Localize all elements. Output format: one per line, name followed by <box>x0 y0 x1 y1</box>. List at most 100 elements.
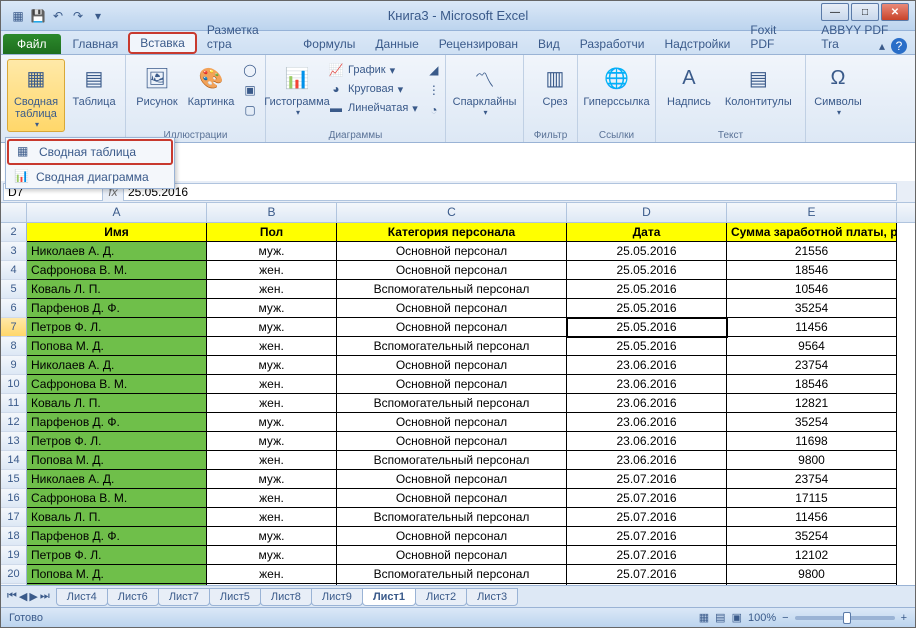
cell-salary[interactable]: 12821 <box>727 394 897 413</box>
sheet-first-icon[interactable]: ⏮ <box>7 590 17 603</box>
slicer-button[interactable]: ▥ Срез <box>530 59 580 111</box>
col-header-c[interactable]: C <box>337 203 567 222</box>
row-header[interactable]: 3 <box>1 242 27 261</box>
cell-salary[interactable]: 23754 <box>727 356 897 375</box>
cell-name[interactable]: Попова М. Д. <box>27 451 207 470</box>
cell-category[interactable]: Основной персонал <box>337 261 567 280</box>
formula-bar[interactable]: 25.05.2016 <box>123 183 897 201</box>
header-category[interactable]: Категория персонала <box>337 223 567 242</box>
pivot-chart-menuitem[interactable]: 📊 Сводная диаграмма <box>6 166 174 188</box>
sheet-tab[interactable]: Лист3 <box>466 588 518 606</box>
cell-date[interactable]: 25.07.2016 <box>567 489 727 508</box>
cell-salary[interactable]: 11456 <box>727 508 897 527</box>
select-all-corner[interactable] <box>1 203 27 222</box>
cell-date[interactable]: 25.07.2016 <box>567 527 727 546</box>
cell-sex[interactable]: жен. <box>207 508 337 527</box>
cell-sex[interactable]: муж. <box>207 432 337 451</box>
tab-data[interactable]: Данные <box>365 34 428 54</box>
sheet-next-icon[interactable]: ▶ <box>29 590 37 603</box>
cell-date[interactable]: 23.06.2016 <box>567 432 727 451</box>
cell-name[interactable]: Сафронова В. М. <box>27 489 207 508</box>
picture-button[interactable]: 🖼 Рисунок <box>132 59 182 111</box>
cell-name[interactable]: Коваль Л. П. <box>27 280 207 299</box>
cell-salary[interactable]: 11698 <box>727 432 897 451</box>
row-header[interactable]: 6 <box>1 299 27 318</box>
cell-date[interactable]: 25.07.2016 <box>567 565 727 584</box>
row-header[interactable]: 20 <box>1 565 27 584</box>
header-sex[interactable]: Пол <box>207 223 337 242</box>
cell-category[interactable]: Основной персонал <box>337 413 567 432</box>
tab-addins[interactable]: Надстройки <box>655 34 741 54</box>
row-header[interactable]: 7 <box>1 318 27 337</box>
zoom-in-button[interactable]: + <box>901 612 907 624</box>
save-icon[interactable]: 💾 <box>29 7 47 25</box>
row-header[interactable]: 9 <box>1 356 27 375</box>
cell-sex[interactable]: муж. <box>207 356 337 375</box>
table-button[interactable]: ▤ Таблица <box>69 59 119 111</box>
cell-category[interactable]: Основной персонал <box>337 242 567 261</box>
view-break-icon[interactable]: ▣ <box>732 611 742 624</box>
view-layout-icon[interactable]: ▤ <box>715 611 725 624</box>
cell-sex[interactable]: муж. <box>207 527 337 546</box>
tab-view[interactable]: Вид <box>528 34 570 54</box>
cell-sex[interactable]: жен. <box>207 565 337 584</box>
col-header-e[interactable]: E <box>727 203 897 222</box>
tab-formulas[interactable]: Формулы <box>293 34 365 54</box>
cell-salary[interactable]: 35254 <box>727 527 897 546</box>
cell-salary[interactable]: 9800 <box>727 565 897 584</box>
cell-salary[interactable]: 35254 <box>727 413 897 432</box>
tab-layout[interactable]: Разметка стра <box>197 20 293 54</box>
scatterchart-button[interactable]: ⋮ <box>424 81 444 99</box>
col-header-b[interactable]: B <box>207 203 337 222</box>
sheet-tab[interactable]: Лист2 <box>415 588 467 606</box>
cell-sex[interactable]: жен. <box>207 375 337 394</box>
cell-date[interactable]: 25.07.2016 <box>567 546 727 565</box>
cell-salary[interactable]: 18546 <box>727 375 897 394</box>
pivot-table-menuitem[interactable]: ▦ Сводная таблица <box>7 139 173 165</box>
cell-name[interactable]: Сафронова В. М. <box>27 261 207 280</box>
cell-salary[interactable]: 9800 <box>727 451 897 470</box>
cell-salary[interactable]: 17115 <box>727 489 897 508</box>
cell-name[interactable]: Попова М. Д. <box>27 337 207 356</box>
cell-name[interactable]: Парфенов Д. Ф. <box>27 299 207 318</box>
cell-name[interactable]: Петров Ф. Л. <box>27 546 207 565</box>
cell-date[interactable]: 25.07.2016 <box>567 508 727 527</box>
cell-salary[interactable]: 18546 <box>727 261 897 280</box>
header-date[interactable]: Дата <box>567 223 727 242</box>
cell-salary[interactable]: 23754 <box>727 470 897 489</box>
cell-sex[interactable]: муж. <box>207 470 337 489</box>
row-header[interactable]: 14 <box>1 451 27 470</box>
barchart-button[interactable]: ▬Линейчатая▾ <box>326 99 420 117</box>
zoom-level[interactable]: 100% <box>748 612 776 624</box>
cell-category[interactable]: Основной персонал <box>337 432 567 451</box>
cell-sex[interactable]: жен. <box>207 394 337 413</box>
row-header[interactable]: 11 <box>1 394 27 413</box>
cell-name[interactable]: Николаев А. Д. <box>27 242 207 261</box>
piechart-button[interactable]: ◕Круговая▾ <box>326 80 420 98</box>
cell-name[interactable]: Парфенов Д. Ф. <box>27 413 207 432</box>
header-salary[interactable]: Сумма заработной платы, р <box>727 223 897 242</box>
qat-more-icon[interactable]: ▾ <box>89 7 107 25</box>
cell-category[interactable]: Вспомогательный персонал <box>337 451 567 470</box>
cell-category[interactable]: Вспомогательный персонал <box>337 394 567 413</box>
histogram-button[interactable]: 📊 Гистограмма▾ <box>272 59 322 120</box>
cell-category[interactable]: Основной персонал <box>337 375 567 394</box>
row-header[interactable]: 16 <box>1 489 27 508</box>
linechart-button[interactable]: 📈График▾ <box>326 61 420 79</box>
col-header-a[interactable]: A <box>27 203 207 222</box>
close-button[interactable]: ✕ <box>881 3 909 21</box>
tab-developer[interactable]: Разработчи <box>570 34 655 54</box>
row-header[interactable]: 10 <box>1 375 27 394</box>
cell-salary[interactable]: 35254 <box>727 299 897 318</box>
sheet-prev-icon[interactable]: ◀ <box>19 590 27 603</box>
symbols-button[interactable]: Ω Символы▾ <box>812 59 864 120</box>
row-header[interactable]: 17 <box>1 508 27 527</box>
headerfooter-button[interactable]: ▤ Колонтитулы <box>720 59 797 111</box>
sheet-tab[interactable]: Лист9 <box>311 588 363 606</box>
redo-icon[interactable]: ↷ <box>69 7 87 25</box>
cell-date[interactable]: 25.07.2016 <box>567 470 727 489</box>
row-header[interactable]: 18 <box>1 527 27 546</box>
cell-date[interactable]: 23.06.2016 <box>567 375 727 394</box>
clipart-button[interactable]: 🎨 Картинка <box>186 59 236 111</box>
cell-sex[interactable]: муж. <box>207 413 337 432</box>
